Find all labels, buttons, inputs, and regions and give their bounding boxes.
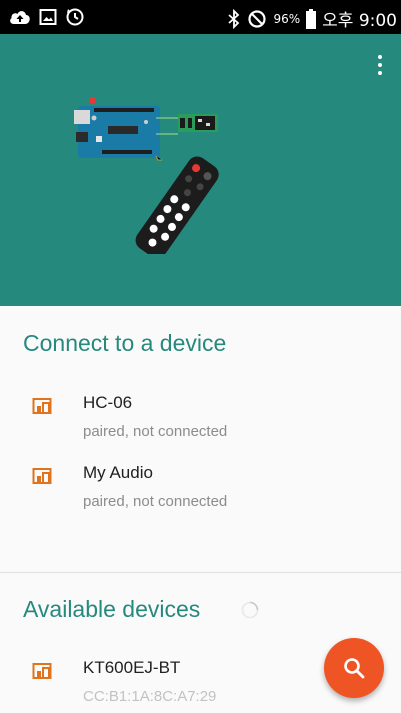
bluetooth-connect-screen: 96% 오후 9:00 Connect to a device HC-06 pa… (0, 0, 401, 713)
sync-icon (66, 8, 84, 26)
gallery-icon (39, 9, 57, 25)
do-not-disturb-icon (248, 9, 267, 28)
devices-icon (32, 398, 52, 414)
loading-spinner-icon (241, 601, 259, 619)
cloud-upload-icon (10, 11, 30, 24)
bluetooth-icon (228, 8, 240, 29)
connect-section-title: Connect to a device (23, 330, 227, 356)
device-name: KT600EJ-BT (83, 658, 181, 677)
status-time: 오후 9:00 (322, 11, 397, 31)
device-status: paired, not connected (83, 423, 228, 440)
arduino-board-icon (74, 97, 178, 161)
device-name: HC-06 (83, 393, 133, 412)
bluetooth-module-icon (178, 114, 218, 132)
search-icon (344, 658, 365, 679)
more-vert-icon[interactable] (373, 54, 387, 76)
status-bar: 96% 오후 9:00 (0, 0, 401, 34)
device-address: CC:B1:1A:8C:A7:29 (83, 688, 217, 705)
device-name: My Audio (83, 463, 153, 482)
ir-remote-icon (135, 156, 219, 254)
device-status: paired, not connected (83, 493, 228, 510)
battery-icon (306, 8, 317, 29)
device-row-hc-06[interactable]: HC-06 paired, not connected (0, 393, 401, 453)
devices-icon (32, 663, 52, 679)
available-section-title: Available devices (23, 596, 201, 622)
battery-percent: 96% (273, 11, 301, 26)
arduino-remote-illustration (74, 97, 219, 254)
app-header (0, 34, 401, 306)
devices-icon (32, 468, 52, 484)
scan-search-button[interactable] (324, 638, 384, 698)
device-row-my-audio[interactable]: My Audio paired, not connected (0, 463, 401, 523)
section-divider (0, 572, 401, 573)
